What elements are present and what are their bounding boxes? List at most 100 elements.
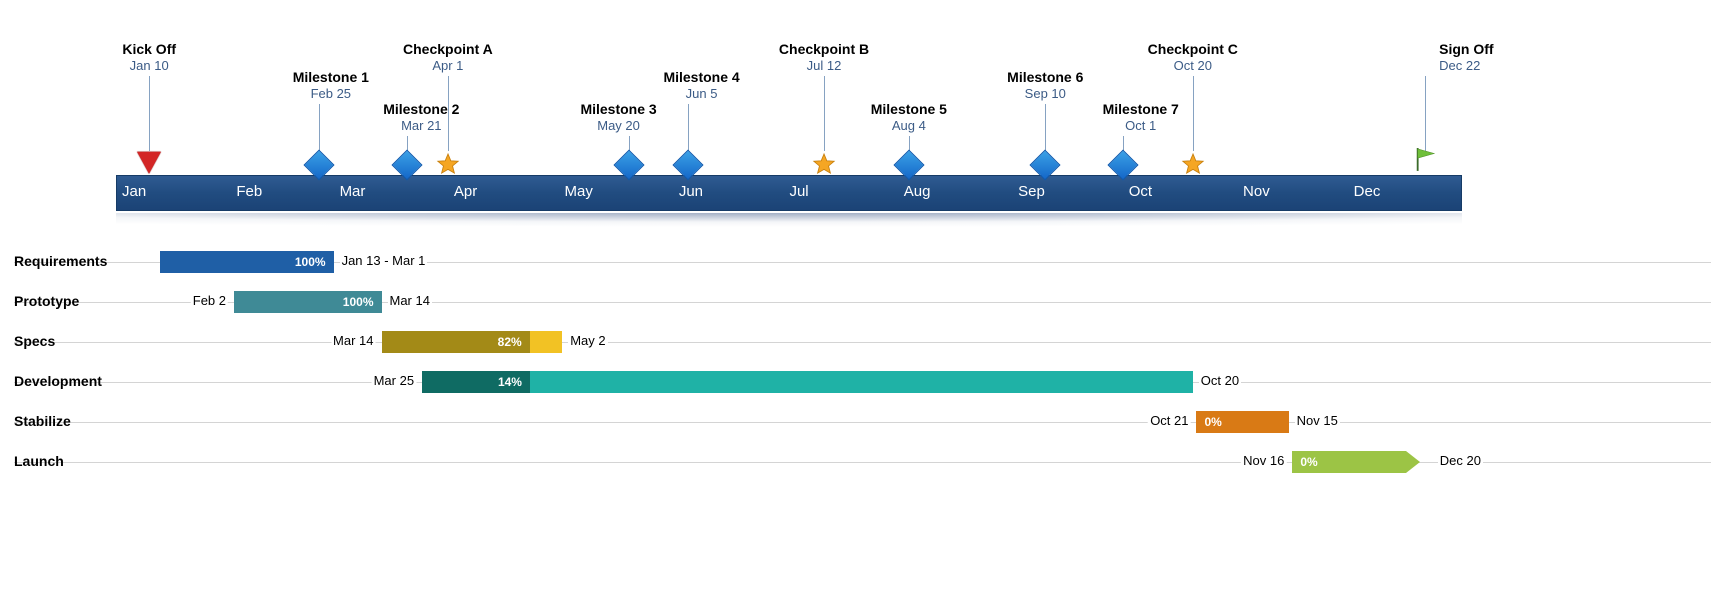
milestone-date: Oct 1 (1103, 119, 1179, 133)
task-start-caption: Mar 14 (331, 333, 375, 348)
milestone: Checkpoint AApr 1 (403, 42, 493, 74)
month-label: Apr (454, 183, 477, 200)
milestone-date: Jul 12 (779, 59, 869, 73)
milestone-title: Checkpoint A (403, 42, 493, 57)
task-label: Requirements (14, 253, 107, 269)
milestone-connector (149, 76, 150, 151)
milestone-date: Feb 25 (293, 87, 369, 101)
month-label: Sep (1018, 183, 1045, 200)
milestone-connector (1045, 104, 1046, 151)
task-row: Requirements 100% Jan 13 - Mar 1 (14, 250, 1711, 274)
milestone: Milestone 5 Aug 4 (871, 102, 947, 134)
milestone-title: Milestone 6 (1007, 70, 1083, 85)
task-baseline (14, 422, 1711, 423)
task-end-caption: Oct 20 (1199, 373, 1241, 388)
milestone-title: Milestone 3 (580, 102, 656, 117)
task-bar: 100% (160, 251, 333, 273)
star-icon (435, 152, 461, 178)
task-percent: 0% (1198, 411, 1227, 433)
task-end-caption: May 2 (568, 333, 607, 348)
milestone: Milestone 6 Sep 10 (1007, 70, 1083, 102)
month-label: Oct (1129, 183, 1152, 200)
milestone-title: Sign Off (1439, 42, 1493, 57)
month-label: Feb (236, 183, 262, 200)
milestone-date: Sep 10 (1007, 87, 1083, 101)
star-icon (1180, 152, 1206, 178)
milestone: Milestone 7 Oct 1 (1103, 102, 1179, 134)
milestone-date: Oct 20 (1148, 59, 1238, 73)
task-start-caption: Mar 25 (372, 373, 416, 388)
task-bar: 14% (422, 371, 1193, 393)
milestone-title: Milestone 7 (1103, 102, 1179, 117)
milestone: Kick Off Jan 10 (122, 42, 176, 74)
task-row: Development 14% Oct 20 Mar 25 (14, 370, 1711, 394)
task-label: Development (14, 373, 102, 389)
task-bar: 100% (234, 291, 382, 313)
month-label: May (565, 183, 593, 200)
triangle-down-icon (137, 152, 161, 174)
milestone-title: Milestone 5 (871, 102, 947, 117)
milestone-date: Jan 10 (122, 59, 176, 73)
task-end-caption: Mar 14 (388, 293, 432, 308)
task-bar: 82% (382, 331, 563, 353)
milestone: Sign Off Dec 22 (1439, 42, 1493, 74)
month-label: Aug (904, 183, 931, 200)
task-start-caption: Oct 21 (1148, 413, 1190, 428)
task-start-caption: Nov 16 (1241, 453, 1286, 468)
task-row: Stabilize 0% Nov 15 Oct 21 (14, 410, 1711, 434)
month-label: Nov (1243, 183, 1270, 200)
milestone-date: Dec 22 (1439, 59, 1493, 73)
month-label: Mar (340, 183, 366, 200)
task-percent: 100% (289, 251, 332, 273)
task-label: Prototype (14, 293, 79, 309)
month-label: Jul (789, 183, 808, 200)
gantt-chart: Jan Feb Mar Apr May Jun Jul Aug Sep Oct Nov Dec Kic… (0, 0, 1725, 600)
month-label: Jan (122, 183, 146, 200)
task-percent: 100% (337, 291, 380, 313)
task-bar: 0% (1196, 411, 1288, 433)
task-end-caption: Jan 13 - Mar 1 (340, 253, 428, 268)
task-label: Specs (14, 333, 55, 349)
task-end-caption: Dec 20 (1438, 453, 1483, 468)
task-baseline (14, 342, 1711, 343)
task-row: Prototype 100% Mar 14 Feb 2 (14, 290, 1711, 314)
milestone: Milestone 3 May 20 (580, 102, 656, 134)
milestone-date: Aug 4 (871, 119, 947, 133)
milestone: Milestone 4 Jun 5 (663, 70, 739, 102)
milestone-connector (407, 136, 408, 151)
milestone: Milestone 2 Mar 21 (383, 102, 459, 134)
milestone-connector (688, 104, 689, 151)
task-row: Specs 82% May 2 Mar 14 (14, 330, 1711, 354)
timeline-shadow (116, 213, 1462, 241)
task-label: Stabilize (14, 413, 71, 429)
month-label: Dec (1354, 183, 1381, 200)
milestone-connector (1425, 76, 1426, 151)
task-percent: 82% (492, 331, 528, 353)
milestone: Checkpoint B Jul 12 (779, 42, 869, 74)
milestone-title: Milestone 2 (383, 102, 459, 117)
milestone: Milestone 1 Feb 25 (293, 70, 369, 102)
milestone-connector (824, 76, 825, 151)
milestone-title: Checkpoint C (1148, 42, 1238, 57)
task-end-caption: Nov 15 (1295, 413, 1340, 428)
milestone-title: Milestone 1 (293, 70, 369, 85)
flag-icon (1414, 146, 1436, 172)
task-label: Launch (14, 453, 64, 469)
task-bar: 0% (1292, 451, 1405, 473)
month-label: Jun (679, 183, 703, 200)
task-start-caption: Feb 2 (191, 293, 228, 308)
task-percent: 14% (492, 371, 528, 393)
milestone-date: Jun 5 (663, 87, 739, 101)
task-row: Launch 0% Dec 20 Nov 16 (14, 450, 1711, 474)
task-percent: 0% (1294, 451, 1323, 473)
star-icon (811, 152, 837, 178)
milestone-title: Checkpoint B (779, 42, 869, 57)
milestone-title: Kick Off (122, 42, 176, 57)
arrow-right-icon (1406, 451, 1420, 473)
milestone-date: Mar 21 (383, 119, 459, 133)
milestone-connector (319, 104, 320, 151)
milestone-date: May 20 (580, 119, 656, 133)
milestone-connector (1193, 76, 1194, 151)
milestone-title: Milestone 4 (663, 70, 739, 85)
milestone: Checkpoint C Oct 20 (1148, 42, 1238, 74)
